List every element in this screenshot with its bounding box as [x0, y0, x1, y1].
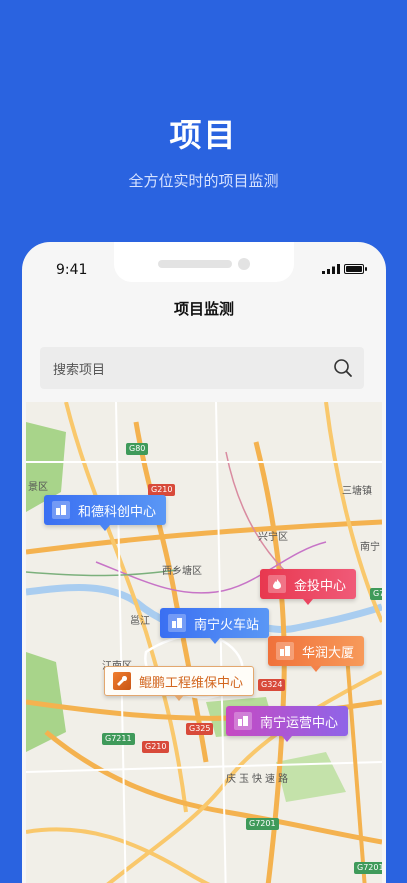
- search-input[interactable]: 搜索项目: [40, 347, 364, 389]
- map-place-label: 景区: [28, 482, 48, 493]
- search-icon[interactable]: [333, 358, 353, 378]
- road-tag: G210: [142, 741, 170, 753]
- flame-icon: [268, 575, 286, 593]
- map-road-label: 庆玉快速路: [226, 774, 291, 785]
- phone-mockup: 9:41 项目监测 搜索项目 景区 三塘镇 兴宁区 南宁 西乡塘区 邕江 庆玉快…: [22, 242, 386, 883]
- map-pin-label: 南宁运营中心: [260, 715, 339, 731]
- map-pin-operations-center[interactable]: 南宁运营中心: [226, 706, 349, 742]
- map-place-label: 西乡塘区: [162, 566, 202, 577]
- wrench-icon: [113, 672, 131, 690]
- road-tag: G72: [370, 588, 382, 600]
- phone-notch: [114, 242, 294, 282]
- speaker-grille: [158, 260, 232, 268]
- map-place-label: 兴宁区: [258, 532, 288, 543]
- road-tag: G325: [186, 723, 214, 735]
- road-tag: G7201: [246, 818, 279, 830]
- signal-bars-icon: [322, 264, 340, 274]
- page-title: 项目监测: [173, 300, 234, 318]
- project-map[interactable]: 景区 三塘镇 兴宁区 南宁 西乡塘区 邕江 江南区 庆玉快速路 G80 G210…: [26, 402, 382, 883]
- map-pin-label: 和德科创中心: [78, 504, 157, 520]
- map-pin-railway-station[interactable]: 南宁火车站: [160, 608, 270, 644]
- battery-icon: [344, 264, 367, 274]
- map-pin-label: 南宁火车站: [194, 617, 260, 633]
- map-pin-label: 华润大厦: [302, 645, 355, 661]
- map-pin-hede[interactable]: 和德科创中心: [44, 495, 167, 531]
- hero-title: 项目: [169, 116, 238, 154]
- map-place-label: 邕江: [130, 616, 150, 627]
- map-pin-label: 金投中心: [294, 578, 347, 594]
- building-icon: [52, 501, 70, 519]
- map-place-label: 南宁: [360, 542, 380, 553]
- road-tag: G80: [126, 443, 149, 455]
- front-camera: [238, 258, 250, 270]
- map-pin-label: 鲲鹏工程维保中心: [139, 675, 244, 691]
- road-tag: G324: [258, 679, 286, 691]
- map-pin-huarun[interactable]: 华润大厦: [268, 636, 365, 672]
- map-pin-jintou[interactable]: 金投中心: [260, 569, 357, 605]
- building-icon: [276, 642, 294, 660]
- map-pin-kunpeng[interactable]: 鲲鹏工程维保中心: [104, 666, 255, 701]
- road-tag: G7211: [102, 733, 135, 745]
- status-time: 9:41: [56, 262, 88, 278]
- search-placeholder: 搜索项目: [53, 363, 106, 378]
- map-place-label: 三塘镇: [342, 486, 372, 497]
- hero-subtitle: 全方位实时的项目监测: [128, 172, 279, 190]
- building-icon: [234, 712, 252, 730]
- road-tag: G7201: [354, 862, 382, 874]
- building-icon: [168, 614, 186, 632]
